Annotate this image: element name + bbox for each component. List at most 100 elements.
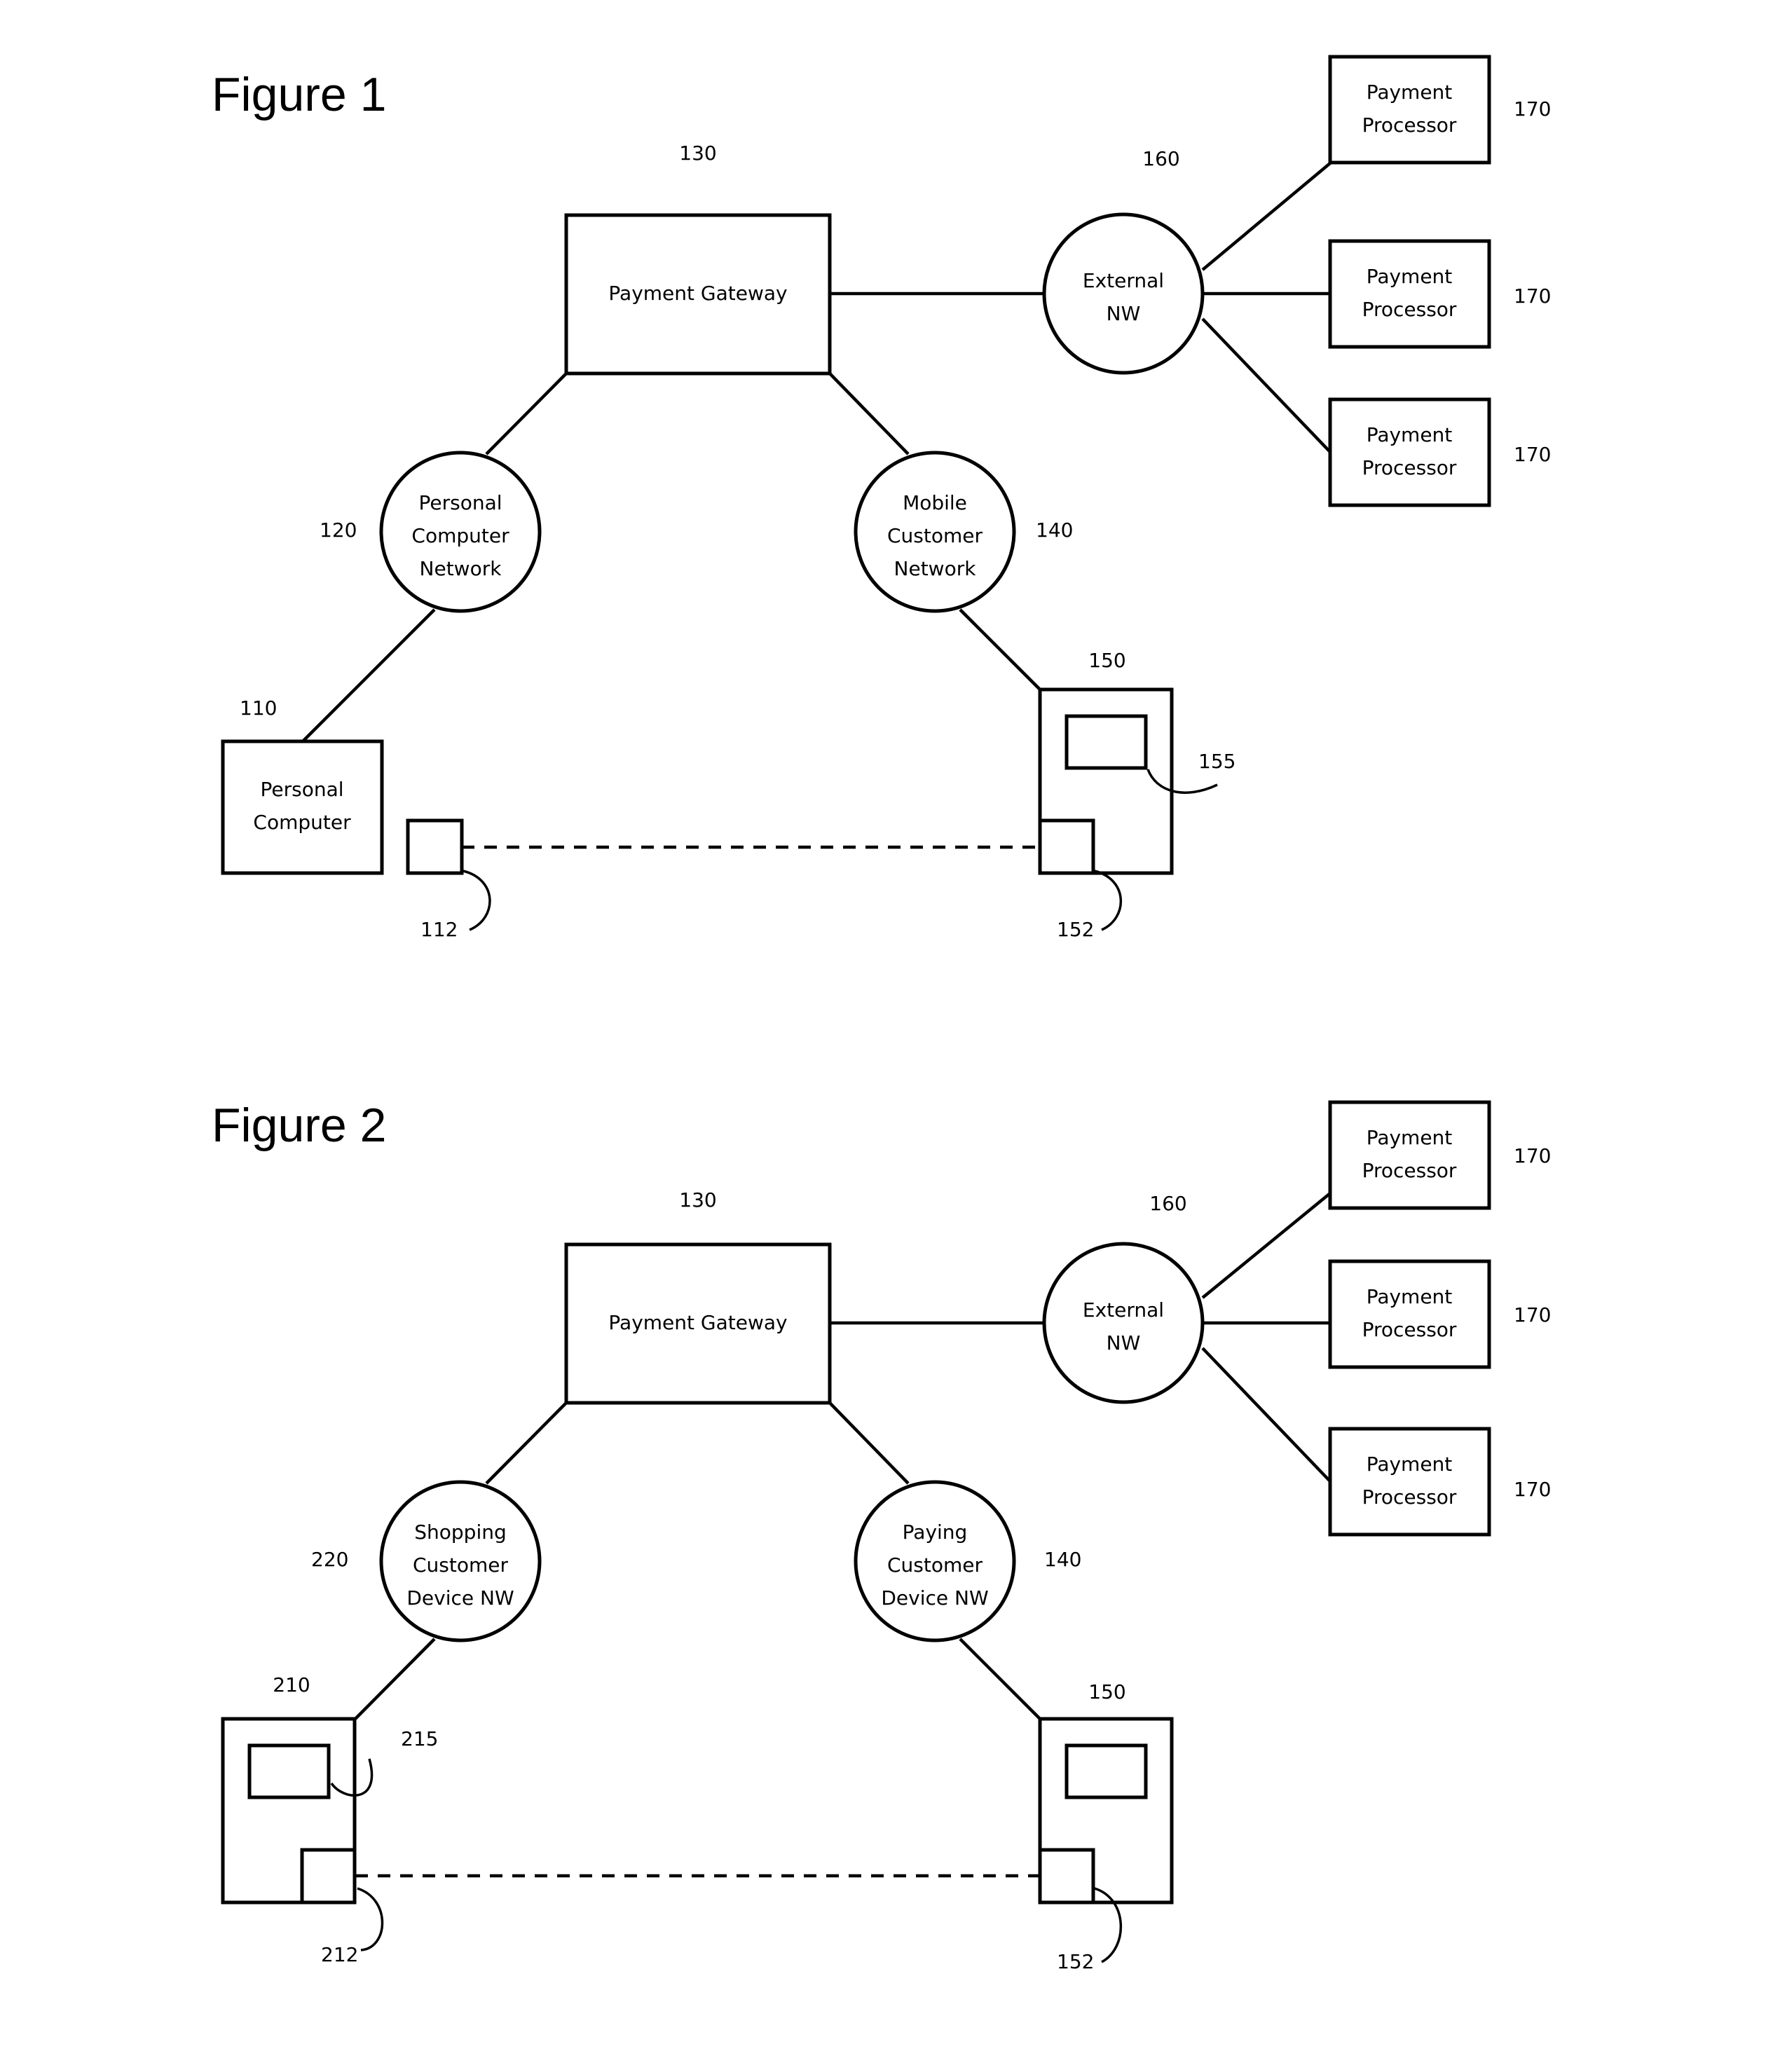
right-network-line3: Device NW	[881, 1586, 988, 1610]
shopping-device-screen	[247, 1743, 331, 1799]
ref-110: 110	[240, 697, 277, 720]
ref-140: 140	[1036, 519, 1073, 542]
ref-170: 170	[1514, 443, 1551, 466]
personal-computer: Personal Computer	[221, 739, 384, 875]
mobile-short-range-module	[1038, 818, 1095, 875]
shopping-customer-device-network: Shopping Customer Device NW	[379, 1480, 542, 1642]
left-network-line2: Computer	[411, 524, 509, 547]
ref-150: 150	[1088, 1680, 1125, 1703]
ref-170: 170	[1514, 1303, 1551, 1326]
connector-gateway-left-network	[485, 372, 568, 455]
ref-152: 152	[1057, 1950, 1094, 1973]
ref-112: 112	[420, 918, 458, 941]
ref-152: 152	[1057, 918, 1094, 941]
external-network: External NW	[1042, 1242, 1205, 1404]
connector-left-network-device	[354, 1638, 436, 1720]
right-network-line3: Network	[894, 557, 977, 580]
ref-215: 215	[401, 1727, 438, 1750]
leader-212	[357, 1887, 384, 1951]
left-network-line3: Network	[420, 557, 502, 580]
connector-right-network-device	[959, 1638, 1041, 1720]
patent-diagram: Figure 1 Payment Gateway 130 External NW…	[212, 55, 1551, 1973]
leader-152	[1094, 870, 1123, 931]
ref-170: 170	[1514, 284, 1551, 308]
payment-gateway: Payment Gateway	[564, 1242, 832, 1405]
pc-line2: Computer	[253, 811, 351, 834]
left-network-line1: Shopping	[414, 1521, 507, 1544]
left-network-line3: Device NW	[406, 1586, 514, 1610]
paying-customer-device-network: Paying Customer Device NW	[854, 1480, 1016, 1642]
paying-device	[1038, 1717, 1174, 1905]
connector-right-network-device	[959, 608, 1041, 691]
ref-130: 130	[679, 142, 716, 165]
pp2-line2: Processor	[1362, 1318, 1457, 1341]
ref-155: 155	[1198, 750, 1235, 773]
payment-processor-1: Payment Processor	[1328, 55, 1491, 165]
connector-gateway-right-network	[828, 1401, 910, 1485]
figure-title: Figure 1	[212, 68, 386, 121]
personal-computer-network: Personal Computer Network	[379, 451, 542, 613]
paying-device-screen	[1065, 1743, 1148, 1799]
ref-160: 160	[1142, 147, 1179, 170]
payment-processor-1: Payment Processor	[1328, 1100, 1491, 1210]
pp2-line1: Payment	[1367, 1285, 1453, 1308]
leader-112	[463, 870, 491, 931]
ref-170: 170	[1514, 1144, 1551, 1167]
connector-gateway-right-network	[828, 372, 910, 455]
left-network-line1: Personal	[418, 491, 502, 514]
shopping-device-module	[300, 1848, 357, 1905]
pp3-line2: Processor	[1362, 1486, 1457, 1509]
ref-220: 220	[311, 1548, 348, 1571]
pp2-line2: Processor	[1362, 298, 1457, 321]
payment-processor-2: Payment Processor	[1328, 239, 1491, 349]
payment-processor-3: Payment Processor	[1328, 1427, 1491, 1537]
pp1-line1: Payment	[1367, 1126, 1453, 1149]
external-nw-label-line1: External	[1083, 269, 1164, 292]
figure-1: Figure 1 Payment Gateway 130 External NW…	[212, 55, 1551, 941]
payment-processor-2: Payment Processor	[1328, 1259, 1491, 1369]
ref-160: 160	[1149, 1192, 1186, 1215]
paying-device-module	[1038, 1848, 1095, 1905]
pp1-line1: Payment	[1367, 81, 1453, 104]
pp2-line1: Payment	[1367, 265, 1453, 288]
pc-short-range-module	[406, 818, 464, 875]
ref-170: 170	[1514, 1478, 1551, 1501]
external-nw-label-line1: External	[1083, 1298, 1164, 1322]
connector-left-network-device	[301, 608, 436, 743]
ref-130: 130	[679, 1188, 716, 1212]
figure-title: Figure 2	[212, 1099, 386, 1152]
right-network-line1: Mobile	[903, 491, 967, 514]
payment-gateway: Payment Gateway	[564, 213, 832, 376]
external-network: External NW	[1042, 212, 1205, 375]
connector-external-pp3	[1201, 317, 1332, 453]
pp3-line1: Payment	[1367, 423, 1453, 446]
ref-212: 212	[321, 1943, 358, 1966]
pp3-line2: Processor	[1362, 456, 1457, 479]
payment-processor-3: Payment Processor	[1328, 397, 1491, 507]
left-network-line2: Customer	[413, 1553, 508, 1577]
shopping-device	[221, 1717, 357, 1905]
ref-170: 170	[1514, 97, 1551, 121]
connector-external-pp3	[1201, 1347, 1332, 1483]
pc-line1: Personal	[260, 778, 343, 801]
right-network-line2: Customer	[887, 524, 983, 547]
payment-gateway-label: Payment Gateway	[608, 282, 787, 305]
ref-150: 150	[1088, 649, 1125, 672]
pp1-line2: Processor	[1362, 114, 1457, 137]
mobile-customer-network: Mobile Customer Network	[854, 451, 1016, 613]
external-nw-label-line2: NW	[1107, 302, 1141, 325]
right-network-line2: Customer	[887, 1553, 983, 1577]
pp3-line1: Payment	[1367, 1453, 1453, 1476]
mobile-screen	[1065, 714, 1148, 770]
connector-external-pp1	[1201, 162, 1332, 271]
ref-210: 210	[273, 1673, 310, 1696]
payment-gateway-label: Payment Gateway	[608, 1311, 787, 1334]
ref-120: 120	[320, 519, 357, 542]
right-network-line1: Paying	[903, 1521, 968, 1544]
ref-140: 140	[1044, 1548, 1081, 1571]
pp1-line2: Processor	[1362, 1159, 1457, 1182]
connector-external-pp1	[1201, 1192, 1332, 1299]
mobile-device	[1038, 687, 1174, 875]
connector-gateway-left-network	[485, 1401, 568, 1485]
figure-2: Figure 2 Payment Gateway 130 External NW…	[212, 1099, 1551, 1973]
